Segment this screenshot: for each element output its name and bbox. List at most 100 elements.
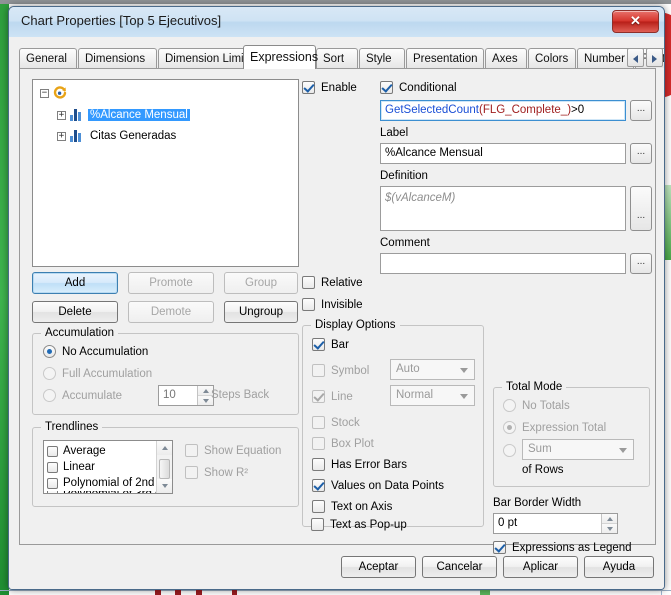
comment-browse-button[interactable]: ...: [630, 253, 652, 274]
list-item[interactable]: Average: [44, 443, 172, 459]
radio-full-accumulation[interactable]: Full Accumulation: [43, 367, 152, 380]
bar-option-row[interactable]: Bar: [312, 338, 349, 351]
list-item[interactable]: Linear: [44, 459, 172, 475]
title-bar[interactable]: Chart Properties [Top 5 Ejecutivos] ✕: [9, 7, 664, 38]
definition-input[interactable]: $(vAlcanceM): [380, 186, 626, 231]
expression-total-row[interactable]: Expression Total: [503, 421, 606, 434]
steps-back-stepper[interactable]: 10: [158, 385, 214, 406]
tree-item-citas-generadas[interactable]: + Citas Generadas: [57, 128, 178, 144]
text-as-popup-row[interactable]: Text as Pop-up: [311, 518, 407, 531]
no-totals-row[interactable]: No Totals: [503, 399, 570, 412]
tab-expressions[interactable]: Expressions: [243, 45, 318, 69]
aggregation-combo[interactable]: Sum: [522, 439, 634, 460]
add-button[interactable]: Add: [32, 272, 118, 294]
steps-back-value[interactable]: 10: [159, 386, 197, 405]
promote-button[interactable]: Promote: [128, 272, 214, 294]
tab-scroll-left-icon[interactable]: [627, 48, 644, 67]
tab-general[interactable]: General: [19, 48, 77, 68]
list-item[interactable]: Polynomial of 2nd d: [44, 475, 172, 491]
tab-sort[interactable]: Sort: [316, 48, 358, 68]
conditional-checkbox[interactable]: [380, 81, 393, 94]
label-browse-button[interactable]: ...: [630, 143, 652, 164]
label-input[interactable]: %Alcance Mensual: [380, 143, 626, 164]
tab-axes[interactable]: Axes: [485, 48, 527, 68]
bar-border-width-value[interactable]: 0 pt: [494, 514, 601, 533]
tab-style[interactable]: Style: [359, 48, 405, 68]
help-button[interactable]: Ayuda: [584, 556, 654, 578]
cancel-button[interactable]: Cancelar: [422, 556, 497, 578]
demote-button[interactable]: Demote: [128, 301, 214, 323]
ungroup-button[interactable]: Ungroup: [224, 301, 298, 323]
line-combo[interactable]: Normal: [390, 385, 475, 406]
definition-browse-button[interactable]: ...: [630, 186, 652, 231]
line-option-row[interactable]: Line: [312, 390, 353, 403]
enable-checkbox-row[interactable]: Enable: [302, 81, 357, 94]
delete-button[interactable]: Delete: [32, 301, 118, 323]
tree-root-node[interactable]: −: [40, 86, 67, 100]
comment-input[interactable]: [380, 253, 626, 274]
aggregation-radio[interactable]: [503, 444, 516, 457]
tree-expand-icon[interactable]: +: [57, 110, 66, 120]
has-error-bars-row[interactable]: Has Error Bars: [312, 458, 407, 471]
invisible-checkbox-row[interactable]: Invisible: [302, 298, 363, 311]
conditional-checkbox-row[interactable]: Conditional: [380, 81, 457, 94]
tree-expand-icon[interactable]: +: [57, 131, 66, 141]
tab-number[interactable]: Number: [577, 48, 634, 68]
stepper-up-icon[interactable]: [602, 514, 617, 524]
trendlines-scrollbar[interactable]: [156, 441, 172, 493]
relative-checkbox[interactable]: [302, 276, 315, 289]
stock-option-row[interactable]: Stock: [312, 416, 360, 429]
invisible-checkbox[interactable]: [302, 298, 315, 311]
relative-checkbox-row[interactable]: Relative: [302, 276, 363, 289]
trendline-poly2-checkbox[interactable]: [47, 477, 58, 489]
expressions-tree[interactable]: − + %Alcance Mensual + Citas Generadas: [32, 79, 299, 267]
trendline-average-checkbox[interactable]: [47, 445, 58, 457]
stepper-arrows[interactable]: [601, 514, 617, 533]
stock-checkbox[interactable]: [312, 416, 325, 429]
tree-item-alcance-mensual[interactable]: + %Alcance Mensual: [57, 107, 190, 123]
scroll-up-icon[interactable]: [157, 441, 172, 455]
no-accumulation-radio[interactable]: [43, 345, 56, 358]
symbol-option-row[interactable]: Symbol: [312, 364, 369, 377]
expression-total-radio[interactable]: [503, 421, 516, 434]
tree-root-collapse-icon[interactable]: −: [40, 88, 49, 98]
text-on-axis-row[interactable]: Text on Axis: [312, 500, 392, 513]
show-r2-row[interactable]: Show R²: [185, 466, 248, 479]
trendline-linear-checkbox[interactable]: [47, 461, 58, 473]
conditional-expression-input[interactable]: GetSelectedCount(FLG_Complete_)>0: [380, 100, 626, 121]
tab-dimensions[interactable]: Dimensions: [78, 48, 157, 68]
trendlines-listbox[interactable]: Average Linear Polynomial of 2nd d Polyn…: [43, 440, 173, 494]
list-item[interactable]: Polynomial of 3rd d: [44, 491, 172, 493]
aggregation-row[interactable]: [503, 444, 516, 457]
symbol-checkbox[interactable]: [312, 364, 325, 377]
show-equation-checkbox[interactable]: [185, 444, 198, 457]
radio-no-accumulation[interactable]: No Accumulation: [43, 345, 148, 358]
show-r2-checkbox[interactable]: [185, 466, 198, 479]
text-on-axis-checkbox[interactable]: [312, 500, 325, 513]
scrollbar-thumb[interactable]: [159, 459, 170, 479]
accept-button[interactable]: Aceptar: [341, 556, 416, 578]
stepper-down-icon[interactable]: [602, 524, 617, 533]
full-accumulation-radio[interactable]: [43, 367, 56, 380]
text-as-popup-checkbox[interactable]: [311, 518, 324, 531]
radio-accumulate[interactable]: Accumulate: [43, 389, 122, 402]
close-icon[interactable]: ✕: [612, 10, 659, 33]
apply-button[interactable]: Aplicar: [503, 556, 578, 578]
accumulate-radio[interactable]: [43, 389, 56, 402]
line-checkbox[interactable]: [312, 390, 325, 403]
show-equation-row[interactable]: Show Equation: [185, 444, 281, 457]
values-on-data-points-checkbox[interactable]: [312, 479, 325, 492]
bar-checkbox[interactable]: [312, 338, 325, 351]
scroll-down-icon[interactable]: [157, 479, 172, 493]
conditional-browse-button[interactable]: ...: [630, 100, 652, 121]
group-button[interactable]: Group: [224, 272, 298, 294]
trendline-poly3-checkbox[interactable]: [47, 491, 58, 493]
no-totals-radio[interactable]: [503, 399, 516, 412]
tab-presentation[interactable]: Presentation: [406, 48, 484, 68]
box-plot-option-row[interactable]: Box Plot: [312, 437, 374, 450]
values-on-data-points-row[interactable]: Values on Data Points: [312, 479, 444, 492]
tab-scroll-right-icon[interactable]: [646, 48, 663, 67]
bar-border-width-stepper[interactable]: 0 pt: [493, 513, 618, 534]
enable-checkbox[interactable]: [302, 81, 315, 94]
has-error-bars-checkbox[interactable]: [312, 458, 325, 471]
